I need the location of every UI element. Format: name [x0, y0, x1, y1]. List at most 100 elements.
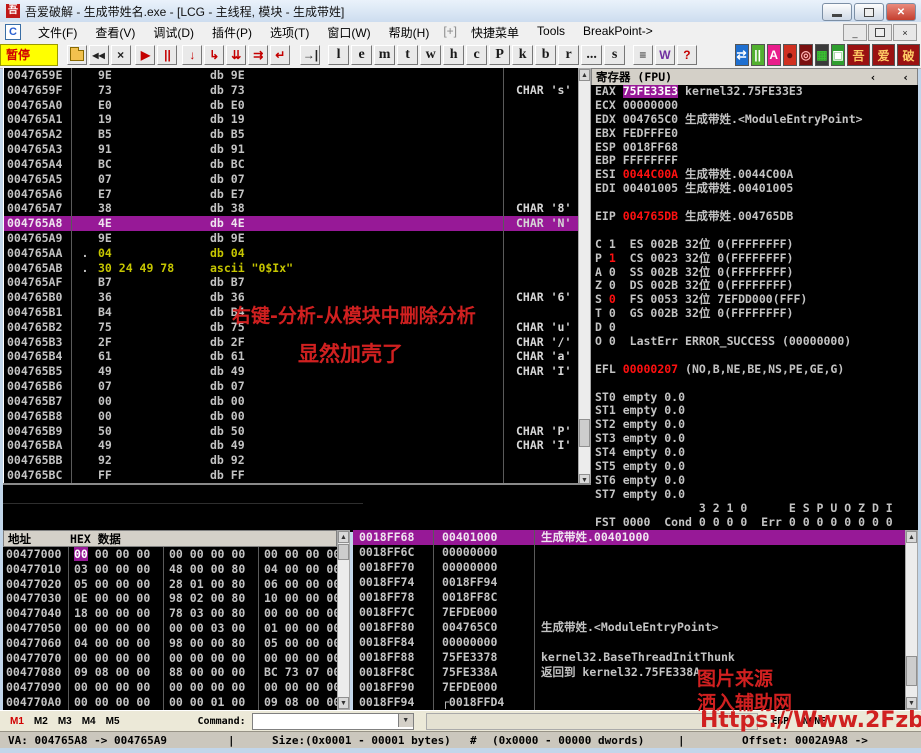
register-line[interactable]: P 1 CS 0023 32位 0(FFFFFFFF): [595, 252, 918, 266]
register-line[interactable]: S 0 FS 0053 32位 7EFDD000(FFF): [595, 293, 918, 307]
restart-button[interactable]: ◀◀: [89, 45, 109, 65]
command-input[interactable]: ▼: [252, 713, 414, 730]
dump-row[interactable]: 0047700000 00 00 0000 00 00 0000 00 00 0…: [3, 547, 337, 562]
register-line[interactable]: EAX 75FE33E3 kernel32.75FE33E3: [595, 85, 918, 99]
target-plugin-button[interactable]: ◎: [799, 44, 813, 66]
menu-item-10[interactable]: BreakPoint->: [574, 22, 662, 43]
run-button[interactable]: ▶: [135, 45, 155, 65]
register-line[interactable]: EDX 004765C0 生成带姓.<ModuleEntryPoint>: [595, 113, 918, 127]
memory-tab-M1[interactable]: M1: [10, 716, 24, 727]
close-program-button[interactable]: ×: [111, 45, 131, 65]
disasm-row[interactable]: 004765AB.30 24 49 78ascii "0$Ix": [4, 261, 579, 276]
disasm-row[interactable]: 004765AA.04db 04: [4, 246, 579, 261]
toolbar-letter-...-button[interactable]: ...: [581, 45, 602, 65]
register-line[interactable]: ST3 empty 0.0: [595, 432, 918, 446]
cpu-window-icon[interactable]: C: [5, 24, 21, 40]
register-line[interactable]: ST2 empty 0.0: [595, 418, 918, 432]
help-button[interactable]: ?: [677, 45, 697, 65]
disasm-row[interactable]: 004765B607db 07: [4, 379, 579, 394]
disasm-row[interactable]: 004765B800db 00: [4, 409, 579, 424]
disasm-row[interactable]: 004765A391db 91: [4, 142, 579, 157]
command-dropdown-icon[interactable]: ▼: [398, 714, 413, 727]
register-line[interactable]: EIP 004765DB 生成带姓.004765DB: [595, 210, 918, 224]
disasm-row[interactable]: 004765A738db 38CHAR '8': [4, 201, 579, 216]
menu-item-1[interactable]: 查看(V): [86, 22, 144, 43]
disasm-row[interactable]: 004765AFB7db B7: [4, 275, 579, 290]
disasm-scrollbar[interactable]: ▲ ▼: [578, 68, 591, 487]
stack-row[interactable]: 0018FF8875FE3378kernel32.BaseThreadInitT…: [353, 650, 905, 665]
disasm-row[interactable]: 004765BCFFdb FF: [4, 468, 579, 483]
disasm-row[interactable]: 004765BA49db 49CHAR 'I': [4, 438, 579, 453]
dump-row[interactable]: 004770300E 00 00 0098 02 00 8010 00 00 0…: [3, 591, 337, 606]
pause-button[interactable]: ||: [157, 45, 177, 65]
disasm-row[interactable]: 004765B950db 50CHAR 'P': [4, 424, 579, 439]
toolbar-letter-t-button[interactable]: t: [397, 45, 418, 65]
dump-row[interactable]: 0047704018 00 00 0078 03 00 8000 00 00 0…: [3, 606, 337, 621]
windows-button[interactable]: W: [655, 45, 675, 65]
toolbar-letter-P-button[interactable]: P: [489, 45, 510, 65]
stack-row[interactable]: 0018FF6800401000生成带姓.00401000: [353, 530, 905, 545]
mdi-restore-button[interactable]: [868, 24, 892, 41]
stack-row[interactable]: 0018FF6C00000000: [353, 545, 905, 560]
disassembly-pane[interactable]: 0047659E9Edb 9E0047659F73db 73CHAR 's'00…: [3, 68, 579, 483]
memory-tab-M4[interactable]: M4: [82, 716, 96, 727]
toolbar-letter-h-button[interactable]: h: [443, 45, 464, 65]
api-plugin-button[interactable]: A: [767, 44, 781, 66]
register-line[interactable]: [595, 349, 918, 363]
stack-row[interactable]: 0018FF907EFDE000: [353, 680, 905, 695]
register-line[interactable]: EBX FEDFFFE0: [595, 127, 918, 141]
register-line[interactable]: ESI 0044C00A 生成带姓.0044C00A: [595, 168, 918, 182]
register-line[interactable]: EDI 00401005 生成带姓.00401005: [595, 182, 918, 196]
register-line[interactable]: FST 0000 Cond 0 0 0 0 Err 0 0 0 0 0 0 0 …: [595, 516, 918, 530]
register-line[interactable]: O 0 LastErr ERROR_SUCCESS (00000000): [595, 335, 918, 349]
register-line[interactable]: ST6 empty 0.0: [595, 474, 918, 488]
restore-button[interactable]: [854, 3, 884, 21]
disasm-row[interactable]: 004765B700db 00: [4, 394, 579, 409]
animate-over-button[interactable]: ⇉: [248, 45, 268, 65]
brand-button-1[interactable]: 爱: [872, 44, 895, 66]
memory-tab-M2[interactable]: M2: [34, 716, 48, 727]
register-line[interactable]: [595, 196, 918, 210]
register-line[interactable]: ST0 empty 0.0: [595, 391, 918, 405]
toolbar-letter-b-button[interactable]: b: [535, 45, 556, 65]
register-line[interactable]: ST5 empty 0.0: [595, 460, 918, 474]
menu-item-4[interactable]: 选项(T): [261, 22, 318, 43]
register-line[interactable]: EFL 00000207 (NO,B,NE,BE,NS,PE,GE,G): [595, 363, 918, 377]
register-line[interactable]: [595, 224, 918, 238]
register-line[interactable]: A 0 SS 002B 32位 0(FFFFFFFF): [595, 266, 918, 280]
disasm-row[interactable]: 004765A84Edb 4ECHAR 'N': [4, 216, 579, 231]
menu-item-3[interactable]: 插件(P): [203, 22, 261, 43]
log-button[interactable]: ≡: [633, 45, 653, 65]
disasm-row[interactable]: 0047659F73db 73CHAR 's': [4, 83, 579, 98]
toolbar-letter-e-button[interactable]: e: [351, 45, 372, 65]
brand-button-2[interactable]: 破: [897, 44, 920, 66]
dump-row[interactable]: 0047705000 00 00 0000 00 03 0001 00 00 0…: [3, 621, 337, 636]
registers-pane[interactable]: EAX 75FE33E3 kernel32.75FE33E3ECX 000000…: [591, 85, 918, 530]
toolbar-letter-c-button[interactable]: c: [466, 45, 487, 65]
dump-row[interactable]: 0047701003 00 00 0048 00 00 8004 00 00 0…: [3, 562, 337, 577]
animate-into-button[interactable]: ⇊: [226, 45, 246, 65]
stack-row[interactable]: 0018FF7000000000: [353, 560, 905, 575]
scroll-up-icon[interactable]: ▲: [579, 69, 590, 81]
open-file-button[interactable]: [67, 45, 87, 65]
registers-scroll-left2-icon[interactable]: ‹: [902, 71, 909, 84]
mdi-close-button[interactable]: ×: [893, 24, 917, 41]
menu-item-7[interactable]: [+]: [438, 22, 462, 43]
stack-row[interactable]: 0018FF7C7EFDE000: [353, 605, 905, 620]
stack-scrollbar[interactable]: ▲ ▼: [905, 530, 918, 710]
register-line[interactable]: EBP FFFFFFFF: [595, 154, 918, 168]
registers-scroll-left-icon[interactable]: ‹: [870, 71, 877, 84]
close-button[interactable]: ✕: [886, 3, 916, 21]
menu-item-6[interactable]: 帮助(H): [380, 22, 439, 43]
stack-row[interactable]: 0018FF780018FF8C: [353, 590, 905, 605]
disasm-row[interactable]: 004765A507db 07: [4, 172, 579, 187]
disasm-row[interactable]: 004765B32Fdb 2FCHAR '/': [4, 335, 579, 350]
menu-item-5[interactable]: 窗口(W): [318, 22, 379, 43]
toolbar-letter-r-button[interactable]: r: [558, 45, 579, 65]
register-line[interactable]: ST1 empty 0.0: [595, 404, 918, 418]
dump-row[interactable]: 0047706004 00 00 0098 00 00 8005 00 00 0…: [3, 636, 337, 651]
toolbar-letter-s-button[interactable]: s: [604, 45, 625, 65]
minimize-button[interactable]: [822, 3, 852, 21]
menu-item-9[interactable]: Tools: [528, 22, 574, 43]
register-line[interactable]: ST4 empty 0.0: [595, 446, 918, 460]
